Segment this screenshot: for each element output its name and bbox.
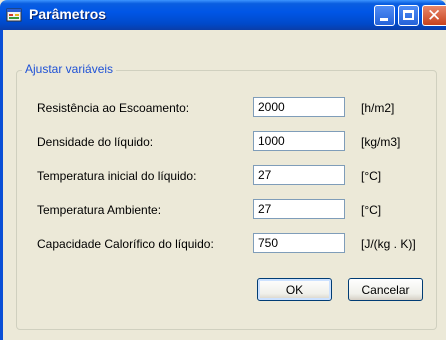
unit-flow-resistance: [h/m2] (361, 101, 395, 115)
field-label-flow-resistance: Resistência ao Escoamento: (37, 101, 190, 115)
maximize-icon (403, 10, 414, 20)
cancel-button[interactable]: Cancelar (348, 278, 423, 301)
field-label-liquid-heat-capacity: Capacidade Calorífico do líquido: (37, 237, 214, 251)
unit-initial-liquid-temperature: [°C] (361, 169, 382, 183)
dialog-window: Parâmetros ✕ Ajustar variáveis Resistênc… (0, 0, 446, 340)
liquid-density-input[interactable] (253, 131, 345, 151)
ambient-temperature-input[interactable] (253, 199, 345, 219)
close-button[interactable]: ✕ (422, 5, 446, 26)
maximize-button[interactable] (398, 5, 419, 26)
close-icon: ✕ (427, 6, 442, 26)
window-border (0, 30, 3, 340)
window-title: Parâmetros (29, 6, 107, 22)
field-label-initial-liquid-temperature: Temperatura inicial do líquido: (37, 169, 197, 183)
group-legend: Ajustar variáveis (22, 62, 117, 76)
flow-resistance-input[interactable] (253, 97, 345, 117)
window-app-icon (6, 8, 22, 22)
field-label-ambient-temperature: Temperatura Ambiente: (37, 203, 162, 217)
minimize-button[interactable] (374, 5, 395, 26)
unit-ambient-temperature: [°C] (361, 203, 382, 217)
field-label-liquid-density: Densidade do líquido: (37, 135, 154, 149)
unit-liquid-density: [kg/m3] (361, 135, 401, 149)
title-bar[interactable]: Parâmetros ✕ (0, 0, 446, 30)
ok-button[interactable]: OK (257, 278, 332, 301)
initial-liquid-temperature-input[interactable] (253, 165, 345, 185)
liquid-heat-capacity-input[interactable] (253, 233, 345, 253)
unit-liquid-heat-capacity: [J/(kg . K)] (361, 237, 416, 251)
minimize-icon (380, 18, 388, 21)
